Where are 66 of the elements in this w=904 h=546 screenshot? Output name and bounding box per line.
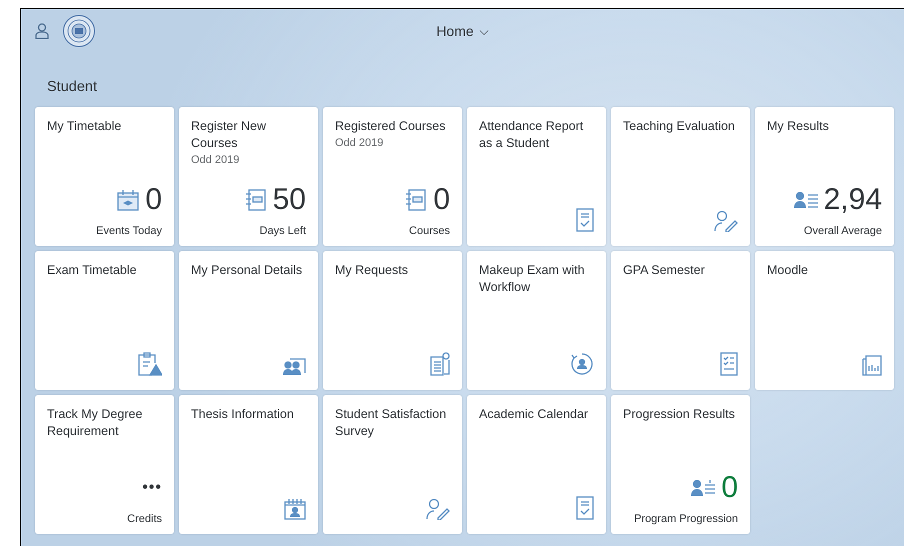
- notebook-icon: [244, 189, 267, 211]
- clipboard-warning-icon: [138, 352, 162, 376]
- app-tile[interactable]: Registered Courses Odd 2019 0 Courses: [323, 107, 462, 246]
- tile-title: My Timetable: [47, 118, 122, 135]
- tile-subtitle: Odd 2019: [191, 153, 240, 167]
- tile-title: My Personal Details: [191, 262, 304, 279]
- app-tile[interactable]: Thesis Information: [179, 395, 318, 534]
- calendar-person-icon: [284, 498, 306, 520]
- person-list-icon: [691, 480, 716, 496]
- app-tile[interactable]: Exam Timetable: [35, 251, 174, 390]
- app-tile[interactable]: My Results 2,94 Overall Average: [755, 107, 894, 246]
- tile-value: 0: [433, 183, 450, 217]
- group-title: Student: [47, 78, 97, 97]
- app-tile[interactable]: My Timetable 0 Events Today: [35, 107, 174, 246]
- tile-value: 0: [145, 183, 162, 217]
- tile-footer: Days Left: [191, 225, 306, 238]
- tile-footer: Credits: [47, 513, 162, 526]
- home-menu-button[interactable]: Home ⌵: [432, 21, 493, 41]
- app-tile[interactable]: Teaching Evaluation: [611, 107, 750, 246]
- document-check-icon: [576, 496, 594, 520]
- tile-title: Exam Timetable: [47, 262, 138, 279]
- tile-value: 2,94: [824, 183, 882, 217]
- tile-value: 0: [721, 471, 738, 505]
- document-list-icon: [430, 352, 450, 376]
- app-tile[interactable]: Track My Degree Requirement ••• Credits: [35, 395, 174, 534]
- tile-title: Student Satisfaction Survey: [335, 406, 448, 440]
- app-tile[interactable]: Moodle: [755, 251, 894, 390]
- tile-footer: Overall Average: [767, 225, 882, 238]
- notebook-icon: [405, 189, 428, 211]
- tile-title: My Results: [767, 118, 830, 135]
- app-tile[interactable]: Academic Calendar: [467, 395, 606, 534]
- circular-arrow-icon: [570, 352, 594, 376]
- tile-title: Thesis Information: [191, 406, 295, 423]
- app-tile[interactable]: Makeup Exam with Workflow: [467, 251, 606, 390]
- tile-title: Progression Results: [623, 406, 736, 423]
- tile-footer: Events Today: [47, 225, 162, 238]
- app-tile[interactable]: My Personal Details: [179, 251, 318, 390]
- tile-title: Track My Degree Requirement: [47, 406, 144, 440]
- person-edit-icon: [714, 210, 738, 232]
- tile-footer: Courses: [335, 225, 450, 238]
- app-tile[interactable]: Attendance Report as a Student: [467, 107, 606, 246]
- tile-subtitle: Odd 2019: [335, 136, 384, 150]
- calendar-icon: [117, 189, 140, 211]
- app-tile[interactable]: Progression Results 0 Program Progression: [611, 395, 750, 534]
- tile-title: Registered Courses: [335, 118, 446, 135]
- app-tile[interactable]: Student Satisfaction Survey: [323, 395, 462, 534]
- tile-footer: Program Progression: [623, 513, 738, 526]
- tile-title: Attendance Report as a Student: [479, 118, 584, 152]
- tile-title: Makeup Exam with Workflow: [479, 262, 586, 296]
- tile-title: Teaching Evaluation: [623, 118, 736, 135]
- tile-title: Moodle: [767, 262, 809, 279]
- document-check-icon: [576, 208, 594, 232]
- user-icon[interactable]: [35, 23, 49, 39]
- checklist-icon: [720, 352, 738, 376]
- app-tile[interactable]: Register New Courses Odd 2019 50 Days Left: [179, 107, 318, 246]
- tile-title: Register New Courses: [191, 118, 268, 152]
- person-edit-icon: [426, 498, 450, 520]
- person-list-icon: [794, 192, 818, 208]
- app-tile[interactable]: GPA Semester: [611, 251, 750, 390]
- tile-value: 50: [272, 183, 306, 217]
- tile-value: •••: [142, 478, 162, 498]
- app-tile[interactable]: My Requests: [323, 251, 462, 390]
- emblem-logo[interactable]: [63, 15, 95, 47]
- tile-title: My Requests: [335, 262, 409, 279]
- tile-title: Academic Calendar: [479, 406, 590, 423]
- tile-title: GPA Semester: [623, 262, 706, 279]
